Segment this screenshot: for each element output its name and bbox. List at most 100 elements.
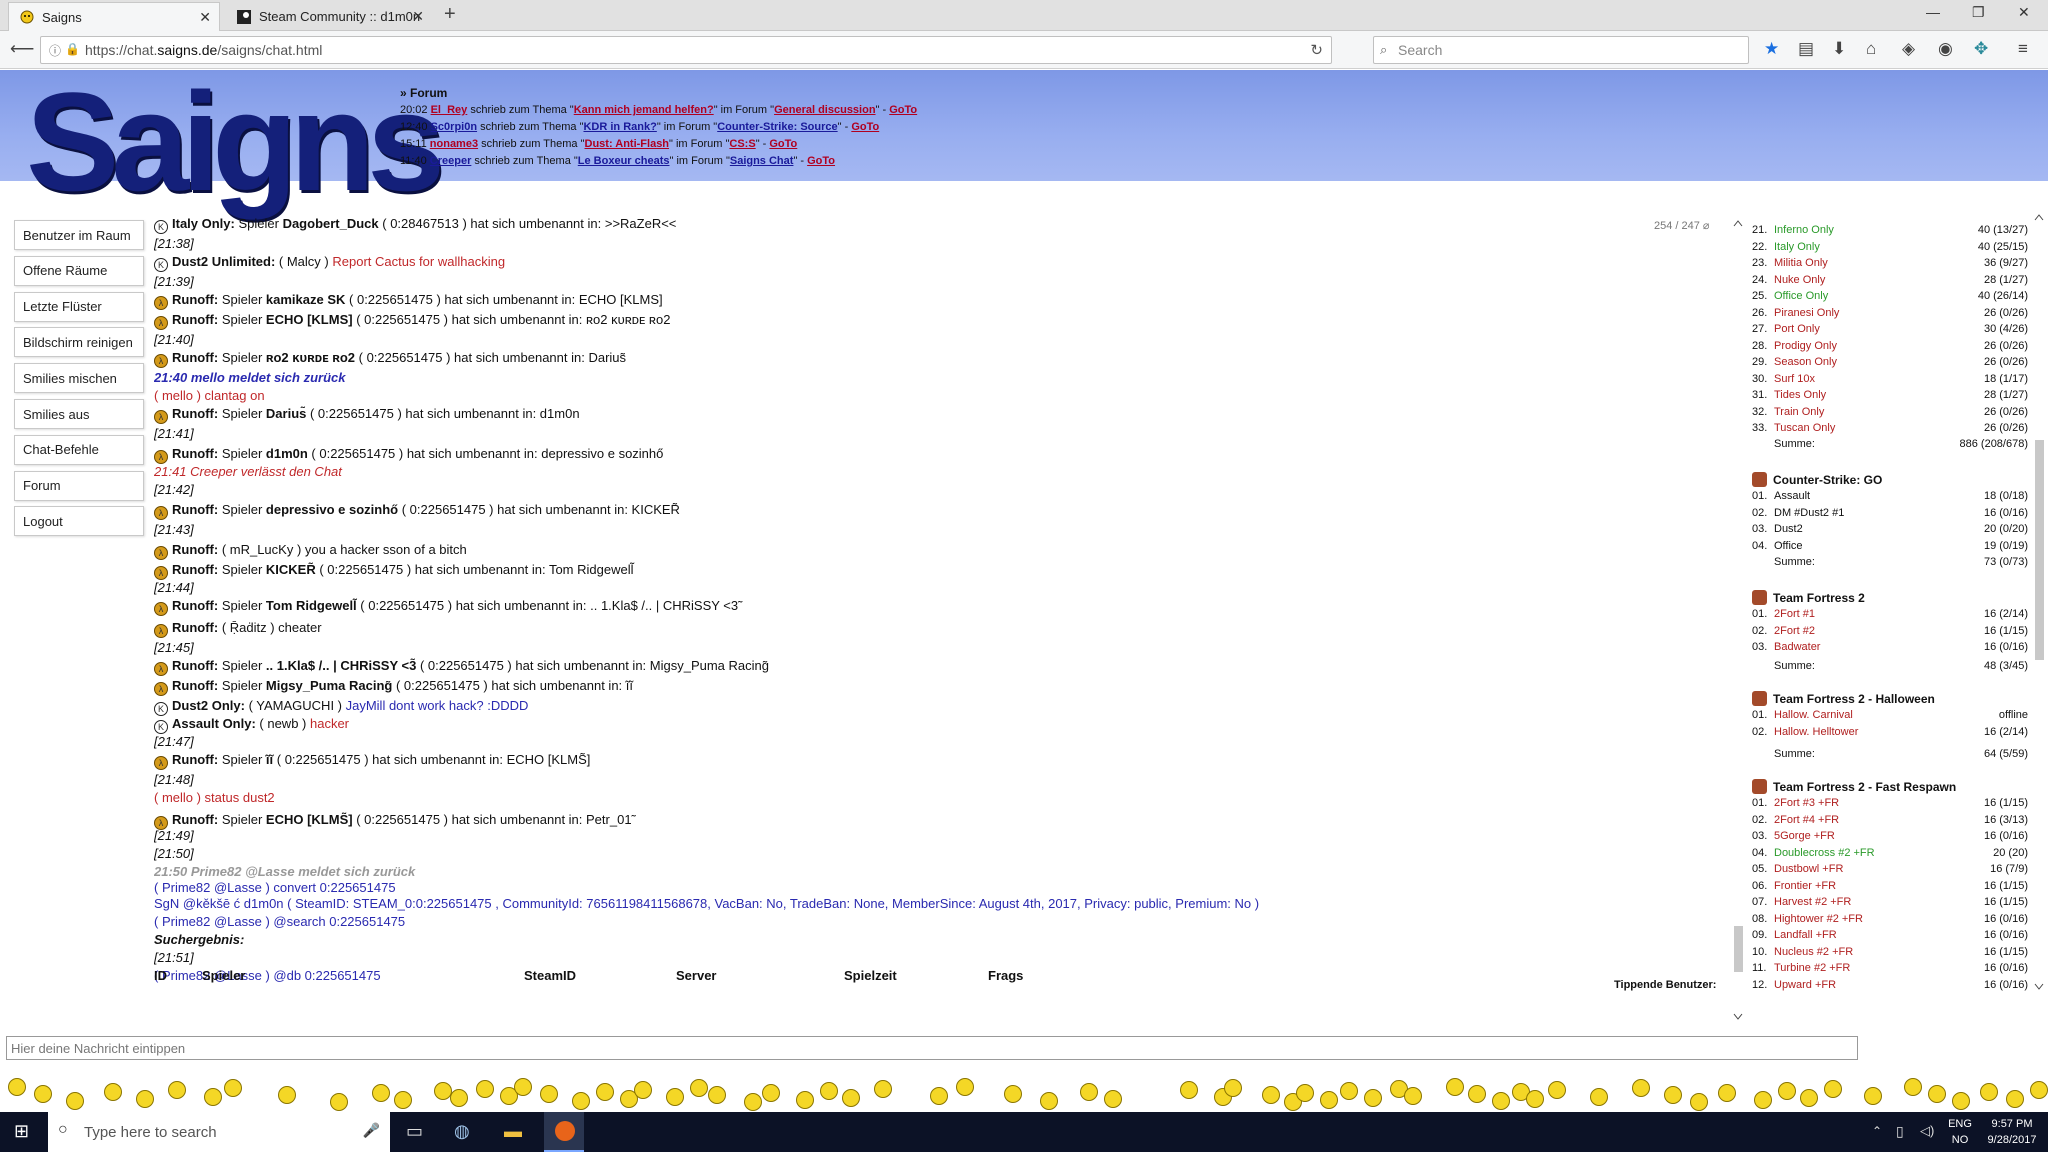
forum-topic-link[interactable]: Dust: Anti-Flash — [585, 138, 670, 150]
smiley-icon[interactable] — [1004, 1085, 1022, 1103]
server-row[interactable]: 01. Assault 18 (0/18) — [1752, 490, 2028, 506]
server-row[interactable]: 22. Italy Only 40 (25/15) — [1752, 241, 2028, 257]
tray-chevron-icon[interactable]: ⌃ — [1872, 1124, 1882, 1138]
smiley-icon[interactable] — [1446, 1078, 1464, 1096]
smiley-icon[interactable] — [1180, 1081, 1198, 1099]
smiley-icon[interactable] — [104, 1083, 122, 1101]
server-name[interactable]: Surf 10x — [1774, 373, 1815, 385]
window-close-icon[interactable]: ✕ — [2018, 4, 2030, 21]
smiley-icon[interactable] — [690, 1079, 708, 1097]
server-name[interactable]: Office Only — [1774, 290, 1828, 302]
smiley-icon[interactable] — [744, 1093, 762, 1111]
server-name[interactable]: Dust2 — [1774, 523, 1803, 535]
server-name[interactable]: Badwater — [1774, 641, 1820, 653]
server-name[interactable]: 2Fort #4 +FR — [1774, 814, 1839, 826]
smiley-icon[interactable] — [796, 1091, 814, 1109]
smiley-icon[interactable] — [1080, 1083, 1098, 1101]
language-indicator[interactable]: ENG NO — [1944, 1116, 1976, 1148]
server-row[interactable]: 25. Office Only 40 (26/14) — [1752, 290, 2028, 306]
menu-button-smilies-mischen[interactable]: Smilies mischen — [14, 363, 144, 394]
smiley-icon[interactable] — [1864, 1087, 1882, 1105]
reload-icon[interactable]: ↻ — [1310, 41, 1323, 59]
back-arrow-icon[interactable]: ⟵ — [10, 39, 34, 59]
smiley-icon[interactable] — [708, 1086, 726, 1104]
smiley-icon[interactable] — [1224, 1079, 1242, 1097]
server-row[interactable]: 02. Hallow. Helltower 16 (2/14) — [1752, 726, 2028, 742]
smiley-icon[interactable] — [1526, 1090, 1544, 1108]
pocket-icon[interactable]: ◈ — [1902, 39, 1915, 59]
smiley-icon[interactable] — [1296, 1084, 1314, 1102]
server-name[interactable]: Nucleus #2 +FR — [1774, 946, 1853, 958]
info-icon[interactable]: ⓘ — [49, 42, 61, 59]
server-name[interactable]: Hallow. Helltower — [1774, 726, 1858, 738]
smiley-icon[interactable] — [224, 1079, 242, 1097]
server-name[interactable]: 2Fort #1 — [1774, 608, 1815, 620]
forum-topic-link[interactable]: KDR in Rank? — [583, 121, 656, 133]
smiley-icon[interactable] — [204, 1088, 222, 1106]
smiley-icon[interactable] — [874, 1080, 892, 1098]
smiley-icon[interactable] — [842, 1089, 860, 1107]
server-name[interactable]: Doublecross #2 +FR — [1774, 847, 1875, 859]
smiley-icon[interactable] — [820, 1082, 838, 1100]
menu-button-logout[interactable]: Logout — [14, 506, 144, 537]
addon-icon[interactable]: ✥ — [1974, 39, 1988, 59]
server-name[interactable]: Hightower #2 +FR — [1774, 913, 1863, 925]
smiley-icon[interactable] — [1800, 1089, 1818, 1107]
smiley-icon[interactable] — [514, 1078, 532, 1096]
smiley-icon[interactable] — [1262, 1086, 1280, 1104]
server-row[interactable]: 06. Frontier +FR 16 (1/15) — [1752, 880, 2028, 896]
forum-topic-link[interactable]: Kann mich jemand helfen? — [574, 104, 714, 116]
smiley-icon[interactable] — [1718, 1084, 1736, 1102]
server-name[interactable]: Tides Only — [1774, 389, 1826, 401]
browser-search-box[interactable]: ⌕ Search — [1373, 36, 1749, 64]
server-name[interactable]: Season Only — [1774, 356, 1837, 368]
smiley-icon[interactable] — [1340, 1082, 1358, 1100]
server-row[interactable]: 08. Hightower #2 +FR 16 (0/16) — [1752, 913, 2028, 929]
server-row[interactable]: 03. Badwater 16 (0/16) — [1752, 641, 2028, 657]
smiley-icon[interactable] — [1104, 1090, 1122, 1108]
smiley-icon[interactable] — [450, 1089, 468, 1107]
server-row[interactable]: 07. Harvest #2 +FR 16 (1/15) — [1752, 896, 2028, 912]
server-row[interactable]: 02. 2Fort #4 +FR 16 (3/13) — [1752, 814, 2028, 830]
forum-name-link[interactable]: CS:S — [729, 138, 755, 150]
smiley-icon[interactable] — [372, 1084, 390, 1102]
server-name[interactable]: Office — [1774, 540, 1803, 552]
chat-scrollbar[interactable] — [1731, 218, 1745, 1022]
smiley-icon[interactable] — [66, 1092, 84, 1110]
server-name[interactable]: 2Fort #2 — [1774, 625, 1815, 637]
home-icon[interactable]: ⌂ — [1866, 39, 1876, 59]
server-row[interactable]: 23. Militia Only 36 (9/27) — [1752, 257, 2028, 273]
smiley-icon[interactable] — [476, 1080, 494, 1098]
server-row[interactable]: 02. 2Fort #2 16 (1/15) — [1752, 625, 2028, 641]
server-name[interactable]: Piranesi Only — [1774, 307, 1839, 319]
smiley-icon[interactable] — [1492, 1092, 1510, 1110]
server-name[interactable]: Upward +FR — [1774, 979, 1836, 991]
smiley-icon[interactable] — [8, 1078, 26, 1096]
server-row[interactable]: 29. Season Only 26 (0/26) — [1752, 356, 2028, 372]
tab-saigns[interactable]: Saigns ✕ — [8, 2, 220, 31]
minimize-icon[interactable]: — — [1926, 4, 1940, 20]
tab-steam[interactable]: Steam Community :: d1m0n ✕ — [226, 2, 432, 31]
server-name[interactable]: Port Only — [1774, 323, 1820, 335]
smiley-icon[interactable] — [1632, 1079, 1650, 1097]
forum-goto-link[interactable]: GoTo — [851, 121, 879, 133]
steam-taskbar-icon[interactable]: ◍ — [454, 1121, 470, 1142]
smiley-icon[interactable] — [1468, 1085, 1486, 1103]
server-name[interactable]: 5Gorge +FR — [1774, 830, 1835, 842]
server-row[interactable]: 27. Port Only 30 (4/26) — [1752, 323, 2028, 339]
server-row[interactable]: 24. Nuke Only 28 (1/27) — [1752, 274, 2028, 290]
clock[interactable]: 9:57 PM 9/28/2017 — [1984, 1116, 2040, 1148]
smiley-icon[interactable] — [1364, 1089, 1382, 1107]
server-name[interactable]: Italy Only — [1774, 241, 1820, 253]
server-name[interactable]: Turbine #2 +FR — [1774, 962, 1850, 974]
server-row[interactable]: 32. Train Only 26 (0/26) — [1752, 406, 2028, 422]
smiley-icon[interactable] — [1548, 1081, 1566, 1099]
microphone-icon[interactable]: 🎤 — [363, 1122, 380, 1139]
server-name[interactable]: Train Only — [1774, 406, 1824, 418]
menu-button-chat-befehle[interactable]: Chat-Befehle — [14, 434, 144, 465]
taskbar-search[interactable]: ○ Type here to search 🎤 — [48, 1112, 390, 1152]
server-name[interactable]: DM #Dust2 #1 — [1774, 507, 1844, 519]
lock-warning-icon[interactable]: 🔒 — [65, 42, 80, 56]
smiley-icon[interactable] — [330, 1093, 348, 1111]
smiley-icon[interactable] — [1590, 1088, 1608, 1106]
